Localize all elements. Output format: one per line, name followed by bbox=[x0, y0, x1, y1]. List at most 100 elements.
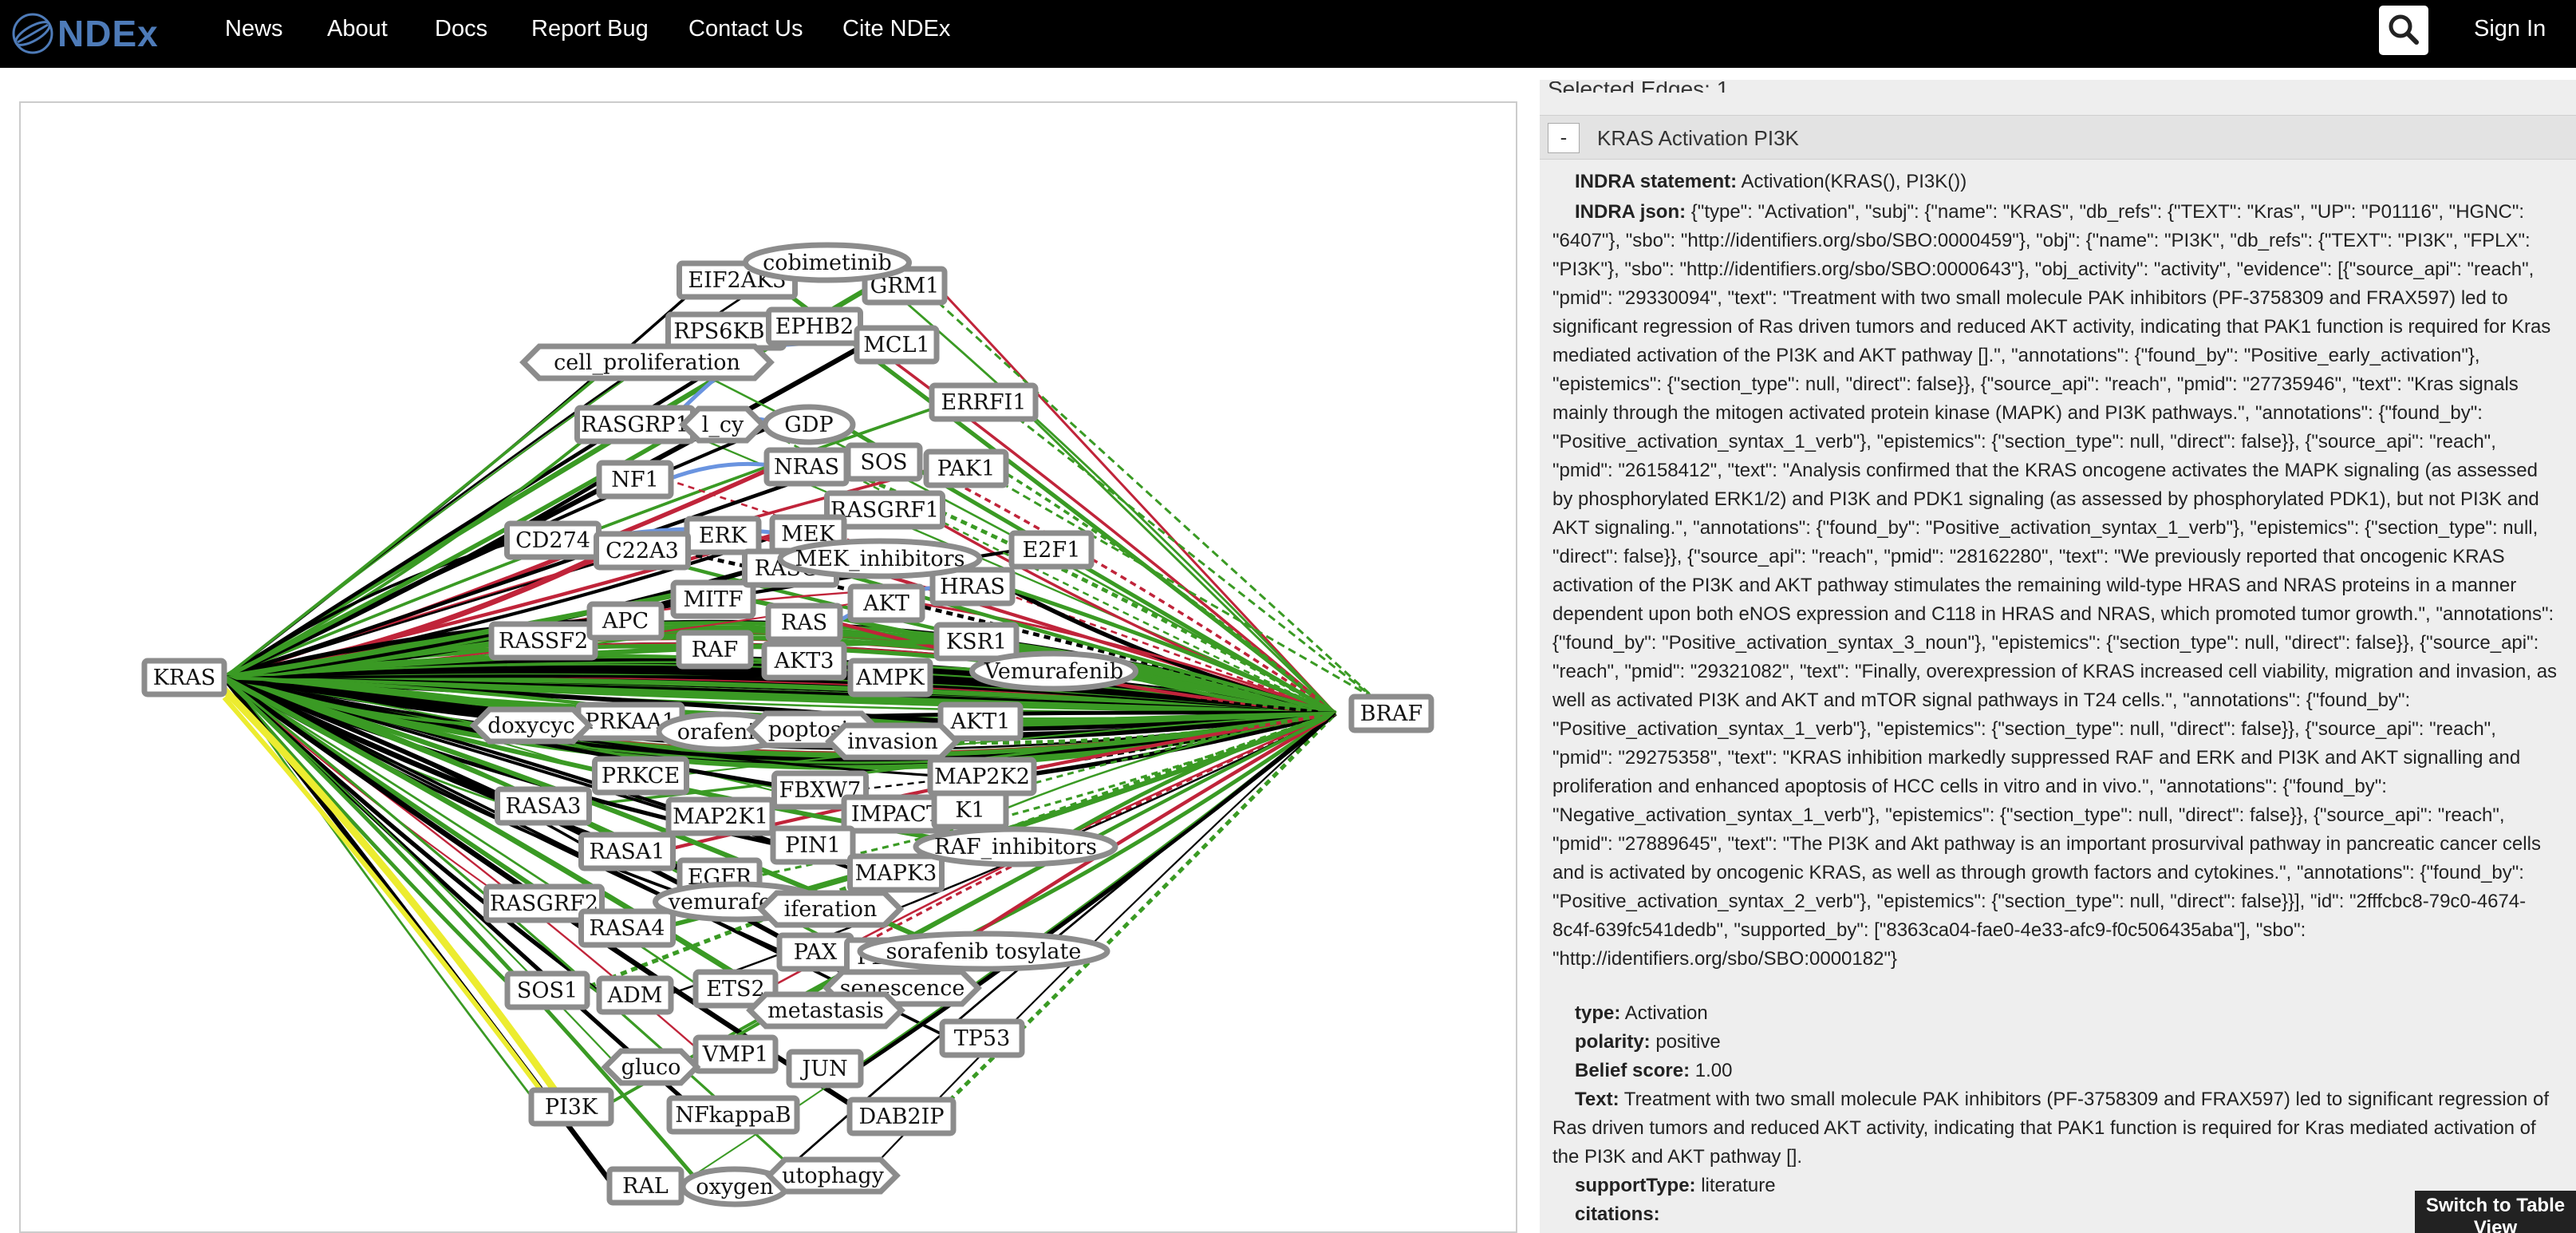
node-label: cell_proliferation bbox=[554, 350, 740, 375]
indra-json-label: INDRA json: bbox=[1575, 201, 1686, 223]
node-label: RAF_inhibitors bbox=[934, 835, 1097, 860]
node-label: EPHB2 bbox=[775, 314, 854, 339]
indra-json-row: INDRA json: {"type": "Activation", "subj… bbox=[1552, 198, 2562, 974]
edge-title: KRAS Activation PI3K bbox=[1597, 126, 1799, 150]
details-panel[interactable]: Selected Edges: 1 - KRAS Activation PI3K… bbox=[1540, 80, 2576, 1233]
nav-cite-ndex[interactable]: Cite NDEx bbox=[842, 14, 950, 43]
node-label: doxycyc bbox=[487, 713, 575, 738]
edge-header[interactable]: - KRAS Activation PI3K bbox=[1540, 115, 2576, 160]
citations-label: citations: bbox=[1575, 1203, 1660, 1225]
nav-docs[interactable]: Docs bbox=[435, 14, 487, 43]
node-label: BRAF bbox=[1360, 701, 1422, 726]
node-label: NFkappaB bbox=[675, 1103, 791, 1128]
node-label: RASGRP1 bbox=[581, 413, 689, 437]
indra-json-value: {"type": "Activation", "subj": {"name": … bbox=[1552, 201, 2558, 970]
node-label: l_cy bbox=[702, 413, 744, 437]
nav-contact-us[interactable]: Contact Us bbox=[688, 14, 803, 43]
node-label: RASSF2 bbox=[499, 629, 588, 654]
nav-about[interactable]: About bbox=[327, 14, 388, 43]
text-value: Treatment with two small molecule PAK in… bbox=[1552, 1089, 2550, 1168]
node-label: PI3K bbox=[545, 1095, 598, 1120]
type-value: Activation bbox=[1624, 1002, 1708, 1024]
node-label: MEK_inhibitors bbox=[795, 547, 965, 571]
node-label: NF1 bbox=[611, 468, 659, 492]
node-label: RAF bbox=[692, 638, 739, 662]
polarity-value: positive bbox=[1655, 1031, 1721, 1053]
belief-value: 1.00 bbox=[1694, 1060, 1733, 1081]
node-label: AKT1 bbox=[950, 709, 1011, 734]
node-label: PAX bbox=[794, 940, 838, 965]
type-row: type: Activation bbox=[1575, 999, 1708, 1028]
node-label: ETS2 bbox=[706, 977, 764, 1002]
node-label: sorafenib tosylate bbox=[886, 939, 1082, 964]
node-label: MAPK3 bbox=[855, 861, 937, 886]
node-label: HRAS bbox=[940, 575, 1005, 599]
text-label: Text: bbox=[1575, 1089, 1619, 1110]
node-label: C22A3 bbox=[606, 539, 679, 563]
node-label: gluco bbox=[621, 1055, 681, 1080]
node-label: APC bbox=[602, 609, 649, 634]
node-label: RAS bbox=[781, 611, 827, 635]
navbar: NDEx News About Docs Report Bug Contact … bbox=[0, 0, 2576, 68]
node-label: PIN1 bbox=[785, 833, 841, 858]
logo-text: NDEx bbox=[57, 13, 159, 54]
node-label: utophagy bbox=[782, 1164, 885, 1188]
indra-statement-row: INDRA statement: Activation(KRAS(), PI3K… bbox=[1575, 168, 1967, 196]
node-label: K1 bbox=[955, 798, 984, 823]
node-label: invasion bbox=[847, 729, 938, 754]
support-type-value: literature bbox=[1701, 1175, 1776, 1196]
node-label: MITF bbox=[683, 587, 743, 612]
ndex-globe-icon bbox=[12, 13, 53, 54]
sign-in-link[interactable]: Sign In bbox=[2474, 14, 2546, 43]
node-label: NRAS bbox=[774, 455, 839, 480]
node-label: ERK bbox=[699, 524, 748, 548]
nav-news[interactable]: News bbox=[225, 14, 283, 43]
node-label: RAL bbox=[622, 1174, 669, 1199]
polarity-label: polarity: bbox=[1575, 1031, 1651, 1053]
node-label: RASA3 bbox=[505, 794, 581, 819]
node-label: DAB2IP bbox=[859, 1105, 945, 1129]
node-label: JUN bbox=[799, 1057, 847, 1081]
node-label: IMPACT bbox=[851, 802, 941, 827]
type-label: type: bbox=[1575, 1002, 1621, 1024]
belief-label: Belief score: bbox=[1575, 1060, 1690, 1081]
search-button[interactable] bbox=[2379, 6, 2428, 55]
indra-statement-label: INDRA statement: bbox=[1575, 171, 1738, 192]
search-icon bbox=[2389, 14, 2419, 45]
network-graph[interactable]: KRASBRAFEIF2AK3 GRM1RPS6KB2EPHB2MCL1ERRFI… bbox=[21, 103, 1517, 1233]
node-label: MAP2K2 bbox=[934, 765, 1030, 789]
network-canvas[interactable]: KRAS BRAF EIF2AK3 GRM1 RPS6KB2 EPHB2 MCL1 ERRFI… bbox=[19, 101, 1517, 1233]
node-label: TP53 bbox=[954, 1026, 1011, 1051]
node-label: PRKCE bbox=[602, 764, 680, 788]
nav-report-bug[interactable]: Report Bug bbox=[531, 14, 649, 43]
node-label: SOS1 bbox=[517, 978, 578, 1003]
polarity-row: polarity: positive bbox=[1575, 1028, 1721, 1057]
node-label: MAP2K1 bbox=[673, 804, 768, 829]
node-label: ADM bbox=[607, 983, 663, 1008]
node-label: RPS6KB2 bbox=[673, 319, 778, 344]
text-row: Text: Treatment with two small molecule … bbox=[1552, 1085, 2562, 1172]
node-label: RASA4 bbox=[589, 916, 665, 941]
node-label: SOS bbox=[860, 450, 907, 475]
node-label: AMPK bbox=[855, 666, 925, 690]
node-label: KRAS bbox=[153, 666, 216, 690]
switch-to-table-view-button[interactable]: Switch to Table View bbox=[2415, 1191, 2576, 1233]
node-label: GDP bbox=[784, 413, 833, 437]
belief-row: Belief score: 1.00 bbox=[1575, 1057, 1732, 1085]
node-label: oxygen bbox=[696, 1175, 773, 1199]
node-label: MCL1 bbox=[863, 333, 929, 358]
node-label: KSR1 bbox=[946, 630, 1007, 654]
citations-row: citations: bbox=[1575, 1200, 1660, 1229]
node-label: iferation bbox=[784, 897, 878, 922]
collapse-button[interactable]: - bbox=[1548, 123, 1580, 153]
support-type-label: supportType: bbox=[1575, 1175, 1696, 1196]
node-label: AKT bbox=[862, 591, 909, 616]
node-label: ERRFI1 bbox=[941, 390, 1027, 415]
node-label: CD274 bbox=[515, 528, 590, 553]
node-label: E2F1 bbox=[1023, 538, 1081, 563]
indra-statement-value: Activation(KRAS(), PI3K()) bbox=[1741, 171, 1967, 192]
node-label: AKT3 bbox=[774, 649, 834, 674]
node-label: VMP1 bbox=[702, 1042, 769, 1067]
node-label: RASA1 bbox=[589, 840, 665, 864]
ndex-logo[interactable]: NDEx bbox=[11, 8, 159, 59]
